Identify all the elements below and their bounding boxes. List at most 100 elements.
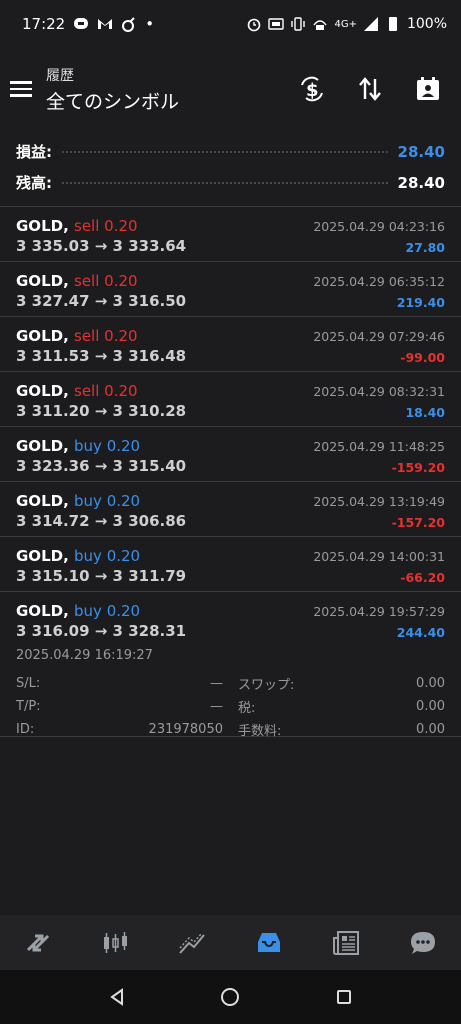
trade-datetime: 2025.04.29 19:57:29	[313, 604, 445, 619]
trade-row[interactable]: GOLD, sell 0.20 3 327.47 → 3 316.50 2025…	[0, 262, 461, 317]
trade-prices: 3 316.09 → 3 328.31	[16, 622, 187, 640]
trade-datetime: 2025.04.29 14:00:31	[313, 549, 445, 564]
trade-row[interactable]: GOLD, buy 0.20 3 314.72 → 3 306.86 2025.…	[0, 482, 461, 537]
trade-profit: -99.00	[400, 350, 445, 365]
trade-side: buy 0.20	[74, 437, 141, 455]
trade-side: buy 0.20	[74, 547, 141, 565]
tax-label: 税:	[238, 701, 256, 716]
app-notification-icon	[122, 17, 135, 32]
fee-value: 0.00	[416, 722, 445, 737]
tax-value: 0.00	[416, 699, 445, 714]
trade-prices: 3 335.03 → 3 333.64	[16, 237, 187, 255]
profit-value: 28.40	[397, 142, 445, 161]
status-time: 17:22	[22, 15, 66, 33]
trade-open-time: 2025.04.29 16:19:27	[16, 648, 153, 663]
history-icon[interactable]	[249, 923, 289, 963]
summary-panel: 損益: 28.40 残高: 28.40	[0, 130, 461, 206]
trade-history-list: GOLD, sell 0.20 3 335.03 → 3 333.64 2025…	[0, 206, 461, 739]
trade-side: sell 0.20	[74, 272, 138, 290]
trade-row[interactable]: GOLD, sell 0.20 3 335.03 → 3 333.64 2025…	[0, 207, 461, 262]
news-icon[interactable]	[326, 923, 366, 963]
back-icon[interactable]	[102, 982, 132, 1012]
dotted-leader	[62, 150, 388, 153]
trade-side: buy 0.20	[74, 602, 141, 620]
sort-icon[interactable]	[353, 72, 387, 106]
alarm-icon	[248, 18, 261, 32]
trade-profit: 27.80	[405, 240, 445, 255]
swap-value: 0.00	[416, 676, 445, 691]
auto-icon	[268, 18, 285, 30]
dotted-leader	[62, 181, 388, 184]
trade-symbol: GOLD,	[16, 272, 69, 290]
trade-datetime: 2025.04.29 04:23:16	[313, 219, 445, 234]
trade-prices: 3 327.47 → 3 316.50	[16, 292, 187, 310]
status-bar: 17:22 • 4G+ 100%	[0, 0, 461, 48]
profit-label: 損益:	[16, 143, 52, 161]
network-type: 4G+	[334, 18, 357, 30]
recents-icon[interactable]	[329, 982, 359, 1012]
signal-icon	[363, 17, 378, 31]
app-header: 履歴 全てのシンボル $	[0, 48, 461, 130]
trade-prices: 3 311.20 → 3 310.28	[16, 402, 187, 420]
trade-symbol: GOLD,	[16, 327, 69, 345]
trade-profit: -66.20	[400, 570, 445, 585]
trade-profit: 18.40	[405, 405, 445, 420]
tp-value: —	[210, 699, 223, 714]
trade-prices: 3 314.72 → 3 306.86	[16, 512, 187, 530]
trade-symbol: GOLD,	[16, 437, 69, 455]
trade-datetime: 2025.04.29 07:29:46	[313, 329, 445, 344]
profit-row: 損益: 28.40	[16, 136, 445, 167]
sl-label: S/L:	[16, 676, 41, 691]
symbol-filter-title[interactable]: 全てのシンボル	[46, 87, 179, 114]
trade-row[interactable]: GOLD, sell 0.20 3 311.20 → 3 310.28 2025…	[0, 372, 461, 427]
chart-icon[interactable]	[95, 923, 135, 963]
calendar-period-icon[interactable]	[411, 72, 445, 106]
volte-icon	[313, 20, 328, 30]
id-value: 231978050	[148, 722, 223, 737]
quotes-icon[interactable]	[18, 923, 58, 963]
trade-symbol: GOLD,	[16, 547, 69, 565]
trade-symbol: GOLD,	[16, 217, 69, 235]
bottom-navigation	[0, 915, 461, 970]
trade-symbol: GOLD,	[16, 492, 69, 510]
trade-symbol: GOLD,	[16, 602, 69, 620]
deposit-filter-icon[interactable]: $	[295, 72, 329, 106]
trade-datetime: 2025.04.29 11:48:25	[313, 439, 445, 454]
swap-label: スワップ:	[238, 678, 295, 693]
trade-symbol: GOLD,	[16, 382, 69, 400]
trade-row[interactable]: GOLD, sell 0.20 3 311.53 → 3 316.48 2025…	[0, 317, 461, 372]
trade-side: buy 0.20	[74, 492, 141, 510]
trade-datetime: 2025.04.29 06:35:12	[313, 274, 445, 289]
trade-icon[interactable]	[172, 923, 212, 963]
trade-row[interactable]: GOLD, buy 0.20 3 315.10 → 3 311.79 2025.…	[0, 537, 461, 592]
more-notifications-dot: •	[145, 15, 155, 33]
fee-label: 手数料:	[238, 724, 282, 739]
balance-value: 28.40	[397, 173, 445, 192]
tp-label: T/P:	[16, 699, 41, 714]
trade-prices: 3 311.53 → 3 316.48	[16, 347, 187, 365]
home-icon[interactable]	[215, 982, 245, 1012]
trade-prices: 3 323.36 → 3 315.40	[16, 457, 187, 475]
page-subtitle: 履歴	[46, 67, 74, 84]
system-navigation-bar	[0, 970, 461, 1024]
trade-profit: -157.20	[391, 515, 445, 530]
trade-profit: 244.40	[396, 625, 445, 640]
trade-side: sell 0.20	[74, 327, 138, 345]
trade-row[interactable]: GOLD, buy 0.20 3 323.36 → 3 315.40 2025.…	[0, 427, 461, 482]
trade-profit: -159.20	[391, 460, 445, 475]
balance-label: 残高:	[16, 174, 52, 192]
gmail-icon	[98, 19, 113, 29]
line-app-icon	[74, 18, 89, 29]
battery-icon	[388, 17, 397, 31]
trade-datetime: 2025.04.29 13:19:49	[313, 494, 445, 509]
balance-row: 残高: 28.40	[16, 167, 445, 198]
chat-icon[interactable]	[403, 923, 443, 963]
trade-row-expanded[interactable]: GOLD, buy 0.20 3 316.09 → 3 328.31 2025.…	[0, 592, 461, 739]
menu-icon[interactable]	[10, 75, 38, 103]
sl-value: —	[210, 676, 223, 691]
trade-datetime: 2025.04.29 08:32:31	[313, 384, 445, 399]
trade-side: sell 0.20	[74, 217, 138, 235]
trade-prices: 3 315.10 → 3 311.79	[16, 567, 187, 585]
vibrate-icon	[291, 17, 306, 31]
battery-percent: 100%	[406, 16, 447, 32]
